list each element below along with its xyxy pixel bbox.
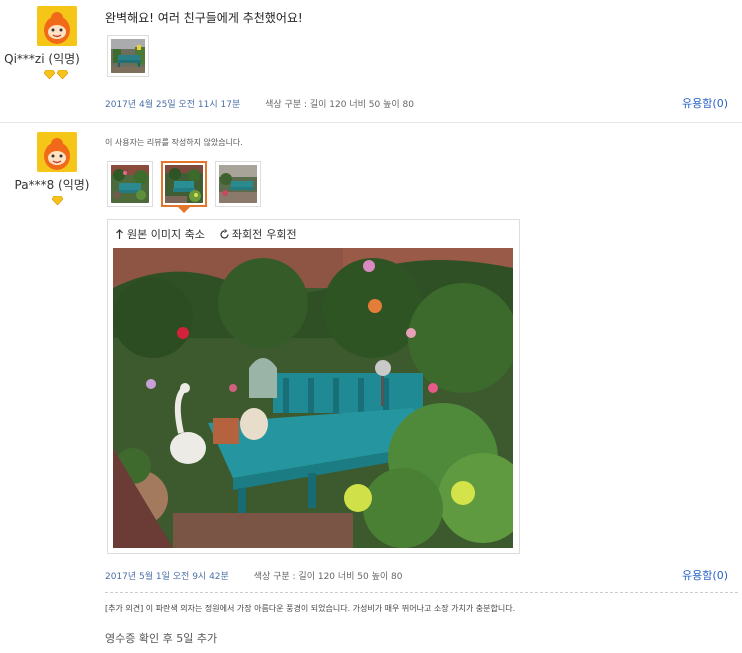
review-date: 2017년 4월 25일 오전 11시 17분 xyxy=(105,100,241,110)
rotate-left-button[interactable]: 좌회전 xyxy=(219,226,262,242)
shrink-image-button[interactable]: 원본 이미지 축소 xyxy=(114,226,205,242)
image-viewer-toolbar: 원본 이미지 축소 좌회전 우회전 xyxy=(114,226,297,242)
review-text: 이 사용자는 리뷰를 작성하지 않았습니다. xyxy=(105,138,243,147)
divider xyxy=(105,592,738,593)
helpful-button[interactable]: 유용함(0) xyxy=(682,567,728,583)
garden-bench-photo xyxy=(219,165,257,203)
avatar xyxy=(37,132,77,172)
review-images xyxy=(107,35,149,77)
gem-badge-icon xyxy=(57,70,68,79)
review-images xyxy=(107,161,261,213)
image-viewer: 원본 이미지 축소 좌회전 우회전 xyxy=(107,219,520,554)
additional-review-text: [추가 의견] 이 파란색 의자는 정원에서 가장 아름다운 풍경이 되었습니다… xyxy=(105,604,516,613)
helpful-button[interactable]: 유용함(0) xyxy=(682,95,728,111)
shrink-image-label: 원본 이미지 축소 xyxy=(127,228,205,241)
review-meta: 2017년 4월 25일 오전 11시 17분 색상 구분 : 길이 120 너… xyxy=(105,97,414,110)
rotate-icon xyxy=(220,228,229,239)
selected-pointer xyxy=(178,207,190,213)
garden-bench-photo xyxy=(165,165,203,203)
garden-bench-photo xyxy=(113,248,513,548)
gem-badge-icon xyxy=(44,70,55,79)
review-date: 2017년 5월 1일 오전 9시 42분 xyxy=(105,572,229,582)
avatar xyxy=(37,6,77,46)
review-item: Qi***zi (익명) 완벽해요! 여러 친구들에게 추천했어요! 2017년… xyxy=(0,0,742,123)
user-badges xyxy=(52,196,63,206)
review-item: Pa***8 (익명) 이 사용자는 리뷰를 작성하지 않았습니다. 원본 이미… xyxy=(0,123,742,653)
review-option: 색상 구분 : 길이 120 너비 50 높이 80 xyxy=(253,572,403,582)
garden-bench-photo xyxy=(111,39,145,73)
review-image-thumb[interactable] xyxy=(215,161,261,207)
garden-bench-photo xyxy=(111,165,149,203)
rotate-right-label: 우회전 xyxy=(266,228,297,241)
up-arrow-icon xyxy=(116,228,123,239)
username: Qi***zi (익명) xyxy=(4,52,80,66)
review-meta: 2017년 5월 1일 오전 9시 42분 색상 구분 : 길이 120 너비 … xyxy=(105,569,403,582)
review-image-thumb-selected[interactable] xyxy=(161,161,207,213)
rotate-left-label: 좌회전 xyxy=(231,228,263,241)
username: Pa***8 (익명) xyxy=(14,178,90,192)
review-option: 색상 구분 : 길이 120 너비 50 높이 80 xyxy=(265,100,414,110)
enlarged-review-image xyxy=(113,248,513,548)
rotate-right-button[interactable]: 우회전 xyxy=(266,226,296,242)
user-badges xyxy=(44,70,68,80)
review-text: 완벽해요! 여러 친구들에게 추천했어요! xyxy=(105,11,303,25)
additional-review-time: 영수증 확인 후 5일 추가 xyxy=(105,632,218,645)
review-image-thumb[interactable] xyxy=(107,161,153,207)
gem-badge-icon xyxy=(52,196,63,205)
review-image-thumb[interactable] xyxy=(107,35,149,77)
